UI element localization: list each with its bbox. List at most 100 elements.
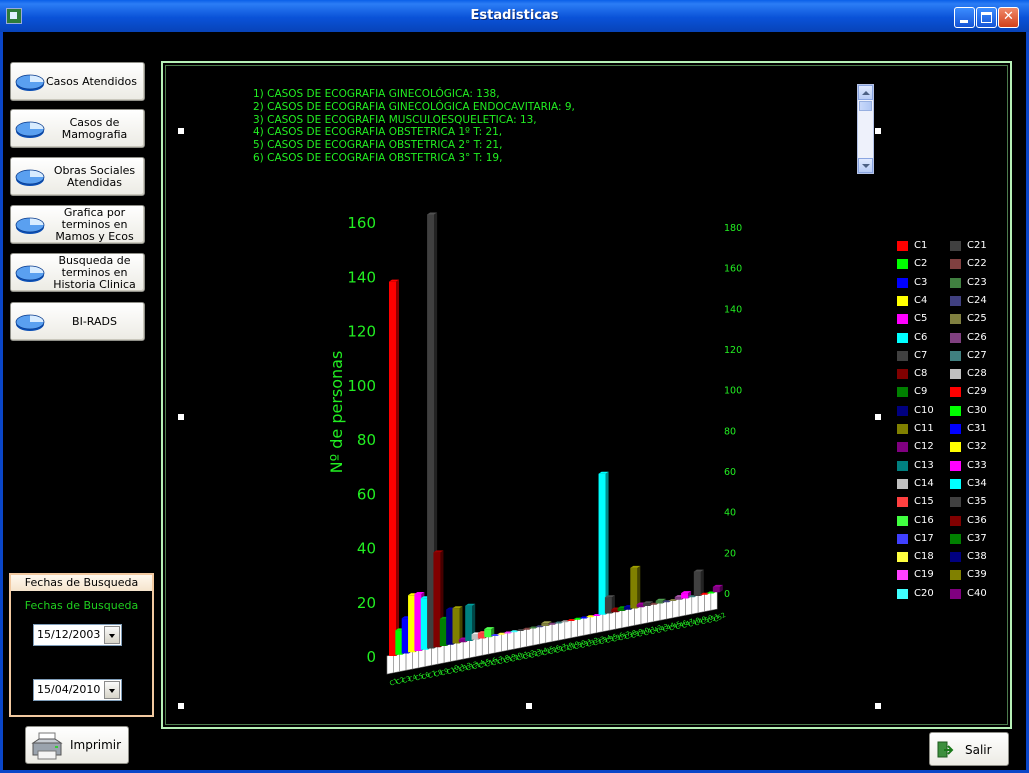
legend-label: C39 xyxy=(967,569,987,581)
bar-front-face xyxy=(408,595,416,653)
bar-front-face xyxy=(427,214,435,649)
back-y-tick-label: 180 xyxy=(724,223,742,234)
legend-swatch xyxy=(897,277,908,288)
chart-base-block xyxy=(666,599,674,620)
legend-item: C20 xyxy=(897,588,947,602)
chart-base-block xyxy=(545,623,553,644)
legend-label: C14 xyxy=(914,477,934,489)
legend-swatch xyxy=(897,478,908,489)
legend-label: C17 xyxy=(914,532,934,544)
legend-swatch xyxy=(950,515,961,526)
chart-base-block xyxy=(653,601,661,622)
legend-swatch xyxy=(897,350,908,361)
legend-item: C4 xyxy=(897,295,947,309)
bar-C52 xyxy=(712,584,723,593)
chart-base-block xyxy=(532,625,540,646)
legend-swatch xyxy=(897,497,908,508)
legend-item: C31 xyxy=(950,423,1000,437)
legend-swatch xyxy=(950,442,961,453)
legend-item: C27 xyxy=(950,350,1000,364)
chart-base-block xyxy=(437,644,445,665)
back-y-tick-label: 120 xyxy=(724,345,742,356)
chart-base-block xyxy=(589,614,597,635)
legend-swatch xyxy=(897,259,908,270)
legend-item: C1 xyxy=(897,240,947,254)
legend-label: C6 xyxy=(914,331,928,343)
y-tick-label: 140 xyxy=(347,268,376,286)
legend-swatch xyxy=(950,588,961,599)
legend-swatch xyxy=(897,314,908,325)
legend-label: C5 xyxy=(914,313,928,325)
legend-label: C28 xyxy=(967,368,987,380)
chart-base-block xyxy=(583,615,591,636)
chart-base-block xyxy=(386,654,394,675)
legend-label: C11 xyxy=(914,423,934,434)
legend-item: C14 xyxy=(897,478,947,492)
legend-item: C28 xyxy=(950,368,1000,382)
legend-label: C29 xyxy=(967,386,987,398)
chart-base-block xyxy=(469,638,477,659)
chart-base-block xyxy=(520,628,528,649)
legend-swatch xyxy=(950,497,961,508)
legend-label: C12 xyxy=(914,441,934,453)
bar-front-face xyxy=(604,597,612,614)
legend-label: C30 xyxy=(967,404,987,416)
legend-swatch xyxy=(897,552,908,563)
bar-front-face xyxy=(439,618,447,646)
bar-front-face xyxy=(636,604,644,608)
bar-front-face xyxy=(471,634,479,640)
legend-item: C3 xyxy=(897,277,947,291)
bar-front-face xyxy=(617,608,625,611)
legend-swatch xyxy=(950,259,961,270)
chart-base-block xyxy=(488,634,496,655)
legend-swatch xyxy=(897,442,908,453)
legend-label: C40 xyxy=(967,587,987,599)
chart-base-block xyxy=(704,591,712,612)
chart-base-block xyxy=(627,606,635,627)
bar-chart: 0 20 40 60 80 100 120 140 160 0 20 40 60 80 100 120 140… xyxy=(327,212,742,688)
legend-swatch xyxy=(950,350,961,361)
chart-base-block xyxy=(412,649,420,670)
y-tick-label: 20 xyxy=(357,594,376,612)
legend-item: C34 xyxy=(950,478,1000,492)
legend-swatch xyxy=(950,241,961,251)
chart-base-block xyxy=(691,594,699,615)
legend-swatch xyxy=(950,277,961,288)
y-axis-ticks: 0 20 40 60 80 100 120 140 160 xyxy=(347,214,376,666)
legend-label: C31 xyxy=(967,423,987,434)
legend-item: C11 xyxy=(897,423,947,437)
chart-base-block xyxy=(659,600,667,621)
bar-C34 xyxy=(598,471,609,615)
bar-C11 xyxy=(452,606,463,644)
legend-label: C25 xyxy=(967,313,987,325)
bar-side-face xyxy=(700,569,704,596)
chart-base-block xyxy=(697,593,705,614)
legend-label: C22 xyxy=(967,258,987,270)
legend-item: C38 xyxy=(950,551,1000,565)
back-y-tick-label: 20 xyxy=(724,548,736,559)
legend-swatch xyxy=(950,369,961,380)
legend-item: C7 xyxy=(897,350,947,364)
legend-label: C8 xyxy=(914,368,928,380)
legend-label: C10 xyxy=(914,404,934,416)
legend-item: C21 xyxy=(950,240,1000,254)
bar-front-face xyxy=(484,629,492,638)
legend-label: C13 xyxy=(914,459,934,471)
legend-swatch xyxy=(950,460,961,471)
bar-front-face xyxy=(401,618,409,654)
back-y-tick-label: 100 xyxy=(724,386,742,397)
chart-base-block xyxy=(678,596,686,617)
legend-swatch xyxy=(897,460,908,471)
legend-label: C23 xyxy=(967,276,987,288)
chart-base-block xyxy=(494,633,502,654)
bar-side-face xyxy=(605,471,609,615)
chart-base-block xyxy=(577,616,585,637)
legend-swatch xyxy=(950,478,961,489)
y-tick-label: 0 xyxy=(366,648,376,666)
legend-label: C1 xyxy=(914,240,928,251)
legend-label: C36 xyxy=(967,514,987,526)
bar-front-face xyxy=(420,598,428,650)
legend-swatch xyxy=(897,295,908,306)
legend-swatch xyxy=(950,295,961,306)
bar-front-face xyxy=(389,281,396,656)
